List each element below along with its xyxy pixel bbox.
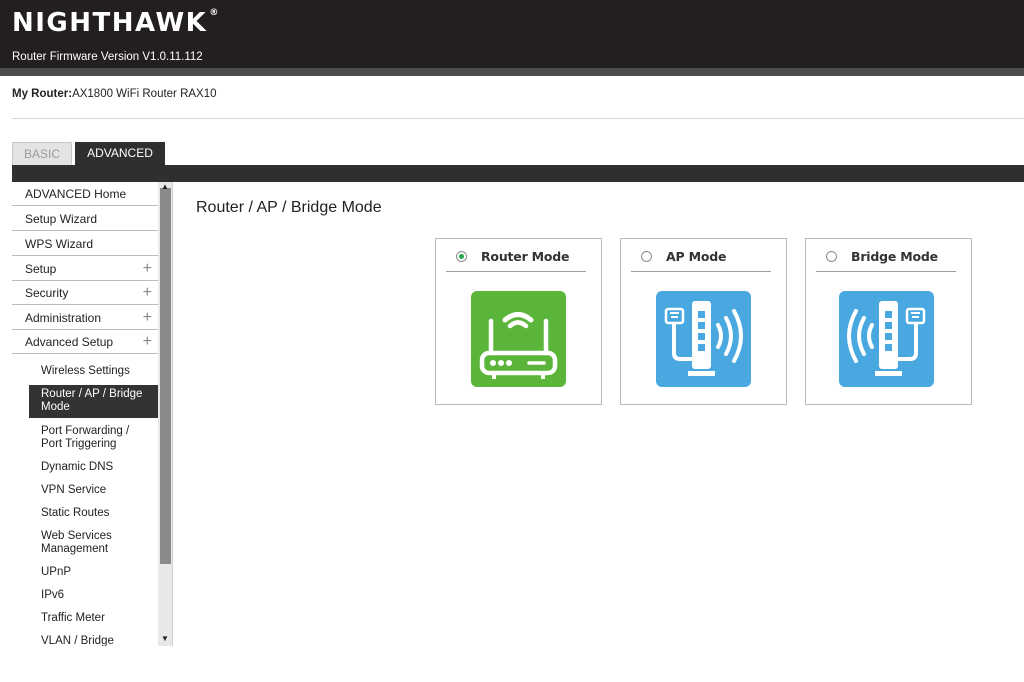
expand-icon[interactable]: + — [143, 306, 152, 330]
subitem-upnp[interactable]: UPnP — [29, 566, 158, 579]
tab-advanced[interactable]: ADVANCED — [75, 142, 165, 165]
card-header: Bridge Mode — [816, 249, 956, 272]
subitem-vpn-service[interactable]: VPN Service — [29, 484, 158, 497]
scroll-up-icon[interactable]: ▲ — [159, 182, 171, 192]
expand-icon[interactable]: + — [143, 257, 152, 281]
sidebar-scroll-thumb[interactable] — [160, 188, 171, 564]
router-mode-label[interactable]: Router Mode — [481, 249, 570, 264]
subitem-router-ap-bridge-mode[interactable]: Router / AP / Bridge Mode — [29, 385, 158, 418]
sidebar-item-administration[interactable]: Administration + — [12, 306, 158, 330]
firmware-version: Router Firmware Version V1.0.11.112 — [12, 51, 203, 63]
bridge-mode-radio[interactable] — [826, 251, 837, 262]
sidebar-item-setup[interactable]: Setup + — [12, 257, 158, 281]
router-mode-card[interactable]: Router Mode — [435, 238, 602, 405]
ap-mode-card[interactable]: AP Mode — [620, 238, 787, 405]
divider — [12, 118, 1024, 119]
bridge-icon[interactable] — [839, 291, 934, 387]
ap-mode-radio[interactable] — [641, 251, 652, 262]
card-header: Router Mode — [446, 249, 586, 272]
subitem-wireless-settings[interactable]: Wireless Settings — [29, 365, 158, 378]
card-header: AP Mode — [631, 249, 771, 272]
sidebar-item-advanced-home[interactable]: ADVANCED Home — [12, 182, 158, 206]
tab-basic[interactable]: BASIC — [12, 142, 72, 165]
bridge-mode-label[interactable]: Bridge Mode — [851, 249, 938, 264]
subitem-port-forwarding[interactable]: Port Forwarding / Port Triggering — [29, 425, 158, 451]
router-model-value: AX1800 WiFi Router RAX10 — [72, 88, 217, 100]
scroll-down-icon[interactable]: ▼ — [159, 634, 171, 644]
router-icon[interactable] — [471, 291, 566, 387]
sidebar-item-wps-wizard[interactable]: WPS Wizard — [12, 232, 158, 256]
subitem-static-routes[interactable]: Static Routes — [29, 507, 158, 520]
router-model-label: My Router: — [12, 88, 73, 100]
sidebar-border — [172, 182, 173, 646]
sidebar-item-advanced-setup[interactable]: Advanced Setup + — [12, 330, 158, 354]
expand-icon[interactable]: + — [143, 281, 152, 305]
router-model: My Router:AX1800 WiFi Router RAX10 — [12, 88, 217, 100]
expand-icon[interactable]: + — [143, 330, 152, 354]
subitem-web-services-management[interactable]: Web Services Management — [29, 530, 158, 556]
subitem-traffic-meter[interactable]: Traffic Meter — [29, 612, 158, 625]
router-mode-radio[interactable] — [456, 251, 467, 262]
bridge-mode-card[interactable]: Bridge Mode — [805, 238, 972, 405]
access-point-icon[interactable] — [656, 291, 751, 387]
subitem-dynamic-dns[interactable]: Dynamic DNS — [29, 461, 158, 474]
sidebar-item-security[interactable]: Security + — [12, 281, 158, 305]
header-bar: NIGHTHAWK ® Router Firmware Version V1.0.… — [0, 0, 1024, 68]
page-title: Router / AP / Bridge Mode — [196, 199, 382, 216]
sidebar-item-setup-wizard[interactable]: Setup Wizard — [12, 207, 158, 231]
sidebar: ADVANCED Home Setup Wizard WPS Wizard Se… — [12, 182, 172, 646]
subitem-vlan-bridge[interactable]: VLAN / Bridge — [29, 635, 158, 646]
nav-bar — [12, 165, 1024, 182]
header-strip — [0, 68, 1024, 76]
ap-mode-label[interactable]: AP Mode — [666, 249, 726, 264]
subitem-ipv6[interactable]: IPv6 — [29, 589, 158, 602]
brand-logo: NIGHTHAWK ® — [12, 8, 220, 38]
